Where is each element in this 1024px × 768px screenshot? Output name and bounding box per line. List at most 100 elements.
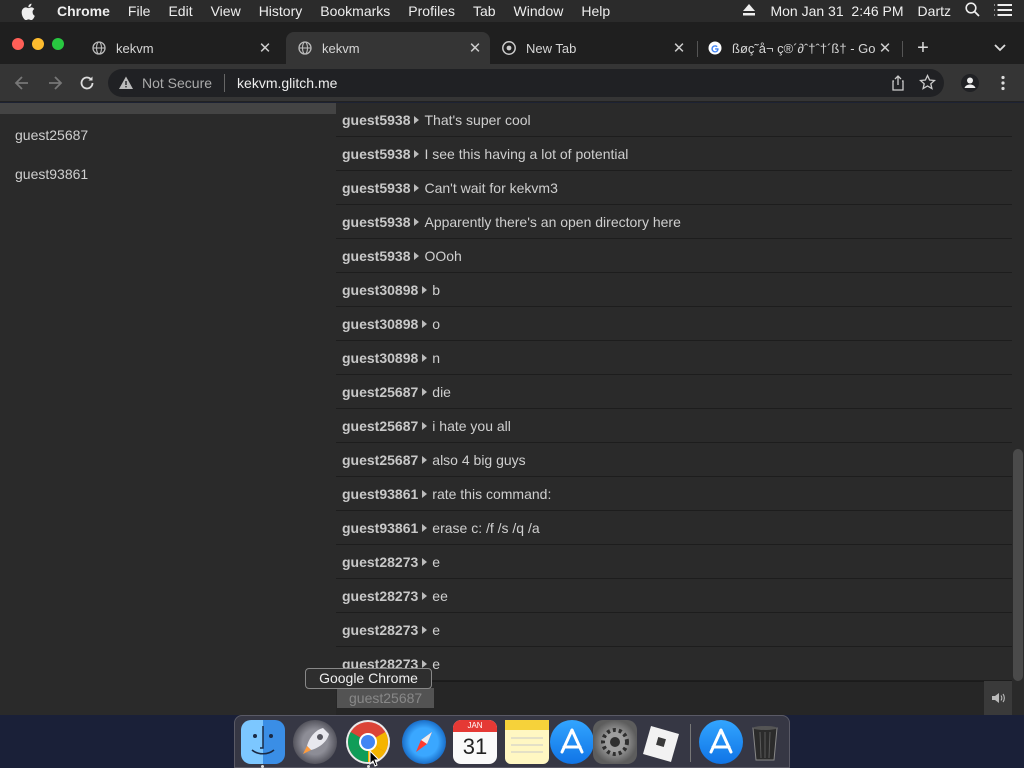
menu-help[interactable]: Help [572,3,619,19]
finder-icon[interactable] [241,720,285,764]
chat-username[interactable]: guest5938 [342,214,410,230]
security-status-label[interactable]: Not Secure [142,75,212,91]
reload-button[interactable] [77,73,97,93]
new-tab-button[interactable]: + [912,38,934,60]
tab-search-chevron-icon[interactable] [993,40,1011,58]
message-arrow-icon [422,625,428,634]
tab-new-tab[interactable]: New Tab ✕ [490,32,694,64]
app-store-folder-icon[interactable] [699,720,743,764]
message-arrow-icon [422,659,428,668]
trash-icon[interactable] [743,720,787,764]
menu-edit[interactable]: Edit [159,3,201,19]
user-list-item[interactable]: guest25687 [15,127,88,143]
address-bar[interactable]: Not Secure kekvm.glitch.me [108,69,944,97]
calendar-icon[interactable]: JAN 31 [453,720,497,764]
tab-google-search[interactable]: ßøç˜å¬ ç®´∂ˆ†ˆ†´ß† - Go ✕ [696,32,900,64]
spotlight-search-icon[interactable] [965,2,980,20]
close-tab-icon[interactable]: ✕ [878,40,892,57]
chat-message: guest5938 Apparently there's an open dire… [336,205,1012,239]
chat-text: i hate you all [432,417,511,434]
close-tab-icon[interactable]: ✕ [468,40,482,57]
volume-button[interactable] [984,681,1012,715]
chat-text: die [432,383,451,400]
chat-text: e [432,621,441,638]
app-store-icon[interactable] [550,720,594,764]
chat-text: n [432,349,441,366]
chat-username[interactable]: guest28273 [342,588,418,604]
chat-message: guest93861 rate this command: [336,477,1012,511]
share-icon[interactable] [890,75,906,91]
dock: JAN 31 [234,715,790,768]
message-arrow-icon [422,421,428,430]
chat-message: guest93861 erase c: /f /s /q /a [336,511,1012,545]
menu-file[interactable]: File [119,3,160,19]
launchpad-icon[interactable] [293,720,337,764]
chat-username[interactable]: guest93861 [342,486,418,502]
minimize-window-button[interactable] [32,38,44,50]
menu-view[interactable]: View [202,3,250,19]
chat-username[interactable]: guest30898 [342,350,418,366]
chat-text: OOoh [424,247,462,264]
tab-kekvm-1[interactable]: kekvm ✕ [80,32,280,64]
tab-strip: kekvm ✕ kekvm ✕ New Tab ✕ ßøç˜å¬ ç®´∂ˆ†ˆ… [0,22,1024,64]
more-menu-icon[interactable] [993,73,1013,93]
safari-icon[interactable] [402,720,446,764]
message-arrow-icon [414,149,420,158]
menubar-clock[interactable]: Mon Jan 31 2:46 PM [770,3,903,19]
url-text[interactable]: kekvm.glitch.me [237,75,337,91]
chat-username[interactable]: guest30898 [342,316,418,332]
chat-username[interactable]: guest25687 [342,452,418,468]
chat-username[interactable]: guest28273 [342,622,418,638]
close-tab-icon[interactable]: ✕ [258,40,272,57]
chat-username[interactable]: guest30898 [342,282,418,298]
tab-kekvm-2[interactable]: kekvm ✕ [286,32,490,64]
menu-window[interactable]: Window [505,3,573,19]
chat-username[interactable]: guest28273 [342,554,418,570]
chat-username[interactable]: guest93861 [342,520,418,536]
chat-message: guest25687 die [336,375,1012,409]
message-arrow-icon [422,523,428,532]
tab-title: ßøç˜å¬ ç®´∂ˆ†ˆ†´ß† - Go [732,40,876,56]
control-center-icon[interactable] [994,2,1012,20]
message-arrow-icon [414,115,420,124]
user-list-item[interactable]: guest93861 [15,166,88,182]
chrome-icon[interactable] [346,720,390,764]
close-tab-icon[interactable]: ✕ [672,40,686,57]
chat-username[interactable]: guest25687 [342,418,418,434]
menu-app-chrome[interactable]: Chrome [48,3,119,19]
menu-bar: Chrome File Edit View History Bookmarks … [0,0,1024,22]
warning-icon[interactable] [118,75,134,91]
menu-bookmarks[interactable]: Bookmarks [311,3,399,19]
chat-username[interactable]: guest5938 [342,248,410,264]
eject-icon[interactable] [742,3,756,19]
profile-avatar-icon[interactable] [960,73,980,93]
chat-text: rate this command: [432,485,552,502]
system-preferences-icon[interactable] [593,720,637,764]
menu-history[interactable]: History [250,3,312,19]
zoom-window-button[interactable] [52,38,64,50]
chat-message: guest30898 n [336,341,1012,375]
bookmark-star-icon[interactable] [919,74,936,91]
selected-user-row[interactable] [0,103,336,114]
browser-toolbar: Not Secure kekvm.glitch.me [0,64,1024,102]
chat-username[interactable]: guest5938 [342,112,410,128]
chat-username[interactable]: guest25687 [342,384,418,400]
chat-message: guest5938 I see this having a lot of pote… [336,137,1012,171]
forward-button[interactable] [45,73,65,93]
chat-text: I see this having a lot of potential [424,145,629,162]
menu-tab[interactable]: Tab [464,3,505,19]
back-button[interactable] [12,73,32,93]
chat-scrollbar[interactable] [1012,103,1024,681]
close-window-button[interactable] [12,38,24,50]
apple-menu-icon[interactable] [19,2,37,20]
menubar-user[interactable]: Dartz [918,3,951,19]
roblox-icon[interactable] [639,720,683,764]
notes-icon[interactable] [505,720,549,764]
menu-profiles[interactable]: Profiles [399,3,464,19]
chat-username[interactable]: guest5938 [342,146,410,162]
chat-username[interactable]: guest5938 [342,180,410,196]
chat-message: guest28273 ee [336,579,1012,613]
tab-title: kekvm [116,40,154,56]
scrollbar-thumb[interactable] [1013,449,1023,681]
message-arrow-icon [422,387,428,396]
